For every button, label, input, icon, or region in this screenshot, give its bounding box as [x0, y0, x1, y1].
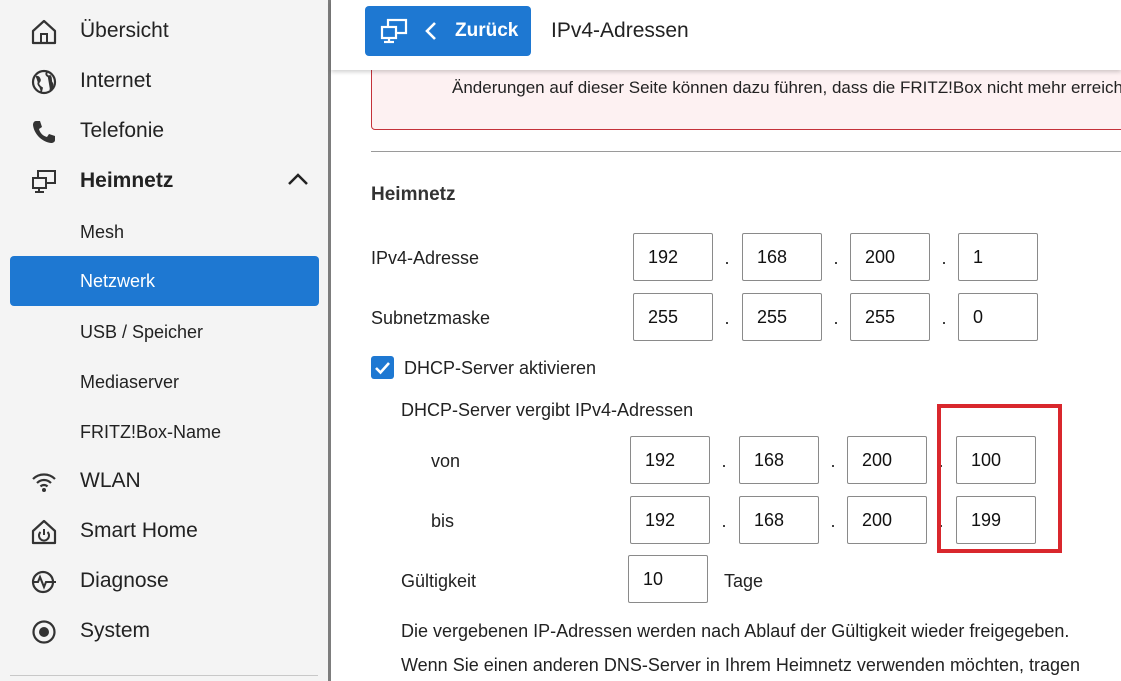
nav-label: Diagnose	[80, 569, 169, 592]
dhcp-from-octet-1-input[interactable]	[630, 436, 710, 484]
nav-label: Internet	[80, 69, 152, 92]
to-label: bis	[431, 511, 455, 531]
nav-label: WLAN	[80, 469, 141, 492]
page-title: IPv4-Adressen	[551, 19, 689, 42]
sub-label: Mesh	[80, 222, 125, 242]
nav-internet[interactable]: Internet	[0, 56, 328, 106]
octet-separator: .	[941, 248, 947, 268]
dhcp-to-octet-1-input[interactable]	[630, 496, 710, 544]
sidebar: Übersicht Internet Telefonie Heimnetz Me…	[0, 0, 328, 681]
ipv4-label: IPv4-Adresse	[371, 248, 480, 268]
sidebar-item-netzwerk[interactable]: Netzwerk	[10, 256, 319, 306]
validity-input[interactable]	[628, 555, 708, 603]
nav-telefonie[interactable]: Telefonie	[0, 106, 328, 156]
nav-heimnetz[interactable]: Heimnetz	[0, 156, 328, 206]
subnet-octet-4-input[interactable]	[958, 293, 1038, 341]
dhcp-server-label: DHCP-Server aktivieren	[404, 358, 597, 378]
ipv4-octet-1-input[interactable]	[633, 233, 713, 281]
validity-unit: Tage	[724, 571, 764, 591]
ipv4-octet-2-input[interactable]	[742, 233, 822, 281]
dhcp-to-octet-3-input[interactable]	[847, 496, 927, 544]
back-button[interactable]: Zurück	[365, 6, 531, 56]
subnet-octet-3-input[interactable]	[850, 293, 930, 341]
nav-label: Telefonie	[80, 119, 165, 142]
octet-separator: .	[721, 451, 727, 471]
globe-icon	[30, 68, 58, 96]
sidebar-item-usb-speicher[interactable]: USB / Speicher	[0, 307, 328, 357]
dhcp-server-checkbox[interactable]	[371, 356, 394, 379]
sub-label: Netzwerk	[80, 271, 156, 291]
sidebar-item-mesh[interactable]: Mesh	[0, 207, 328, 257]
octet-separator: .	[724, 248, 730, 268]
nav-system[interactable]: System	[0, 606, 328, 656]
system-icon	[30, 618, 58, 646]
nav-diagnose[interactable]: Diagnose	[0, 556, 328, 606]
subnet-octet-1-input[interactable]	[633, 293, 713, 341]
chevron-left-icon	[423, 20, 439, 42]
sidebar-divider	[10, 675, 318, 676]
dhcp-to-octet-2-input[interactable]	[739, 496, 819, 544]
sub-label: Mediaserver	[80, 372, 180, 392]
phone-icon	[30, 118, 58, 146]
octet-separator: .	[833, 308, 839, 328]
network-icon	[30, 168, 58, 196]
info-text-1: Die vergebenen IP-Adressen werden nach A…	[401, 621, 1070, 641]
octet-separator: .	[721, 511, 727, 531]
nav-label: System	[80, 619, 151, 642]
validity-label: Gültigkeit	[401, 571, 477, 591]
top-bar: Zurück IPv4-Adressen	[331, 0, 1121, 70]
nav-uebersicht[interactable]: Übersicht	[0, 6, 328, 56]
nav-label: Heimnetz	[80, 169, 174, 192]
dhcp-from-octet-3-input[interactable]	[847, 436, 927, 484]
subnet-octet-2-input[interactable]	[742, 293, 822, 341]
info-text-2: Wenn Sie einen anderen DNS-Server in Ihr…	[401, 655, 1081, 675]
diagnose-icon	[30, 568, 58, 596]
back-button-label: Zurück	[455, 20, 519, 41]
warning-text: Änderungen auf dieser Seite können dazu …	[452, 78, 1121, 97]
octet-separator: .	[724, 308, 730, 328]
network-icon	[379, 17, 409, 45]
smart-home-icon	[30, 518, 58, 546]
octet-separator: .	[941, 308, 947, 328]
ipv4-octet-3-input[interactable]	[850, 233, 930, 281]
sidebar-item-fritzbox-name[interactable]: FRITZ!Box-Name	[0, 407, 328, 457]
highlight-box	[937, 404, 1062, 553]
dhcp-range-label: DHCP-Server vergibt IPv4-Adressen	[401, 400, 694, 420]
nav-wlan[interactable]: WLAN	[0, 456, 328, 506]
octet-separator: .	[833, 248, 839, 268]
octet-separator: .	[830, 451, 836, 471]
nav-smart-home[interactable]: Smart Home	[0, 506, 328, 556]
divider	[371, 151, 1121, 152]
sub-label: FRITZ!Box-Name	[80, 422, 222, 442]
nav-label: Übersicht	[80, 19, 169, 42]
octet-separator: .	[830, 511, 836, 531]
sub-label: USB / Speicher	[80, 322, 204, 342]
from-label: von	[431, 451, 461, 471]
sidebar-item-mediaserver[interactable]: Mediaserver	[0, 357, 328, 407]
wifi-icon	[30, 468, 58, 496]
sidebar-scrollbar[interactable]	[328, 0, 331, 681]
check-icon	[375, 362, 390, 375]
section-title: Heimnetz	[371, 184, 456, 205]
subnet-label: Subnetzmaske	[371, 308, 491, 328]
dhcp-from-octet-2-input[interactable]	[739, 436, 819, 484]
home-icon	[30, 18, 58, 46]
ipv4-octet-4-input[interactable]	[958, 233, 1038, 281]
nav-label: Smart Home	[80, 519, 198, 542]
chevron-up-icon[interactable]	[286, 168, 310, 192]
